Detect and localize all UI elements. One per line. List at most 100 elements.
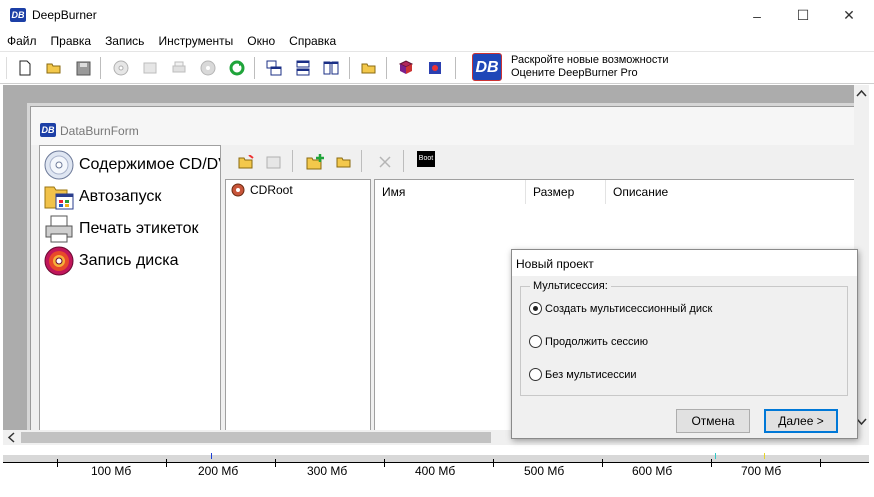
about-button[interactable] — [426, 59, 444, 77]
ruler-label-600: 600 Мб — [632, 464, 673, 478]
radio-label-create-multisession[interactable]: Создать мультисессионный диск — [545, 303, 712, 315]
tile-horizontal-icon — [296, 60, 310, 76]
toolbar-separator — [292, 150, 293, 172]
column-header-size[interactable]: Размер — [526, 180, 606, 204]
deepburner-pro-logo-icon[interactable]: DB — [472, 53, 502, 81]
browse-button[interactable] — [360, 59, 378, 77]
new-file-button[interactable] — [16, 59, 34, 77]
printer-icon — [45, 215, 73, 243]
capacity-marker-yellow — [764, 453, 765, 459]
capacity-ruler: 100 Мб 200 Мб 300 Мб 400 Мб 500 Мб 600 М… — [0, 451, 874, 497]
toolbar-separator — [361, 150, 362, 172]
multisession-group: Мультисессия: Создать мультисессионный д… — [520, 280, 848, 396]
refresh-button[interactable] — [228, 59, 246, 77]
ruler-label-500: 500 Мб — [524, 464, 565, 478]
project-nav-panel: Содержимое CD/DVD Автозапуск Печать этик… — [39, 145, 221, 433]
help-book-button[interactable] — [397, 59, 415, 77]
toolbar-grip — [6, 57, 7, 79]
cascade-button[interactable] — [265, 59, 283, 77]
radio-no-multisession[interactable]: Без мультисессии — [529, 368, 637, 381]
burn-button[interactable] — [112, 59, 130, 77]
open-folder-button[interactable] — [237, 153, 255, 171]
child-title: DataBurnForm — [60, 124, 139, 138]
menu-tools[interactable]: Инструменты — [151, 31, 240, 51]
folder-tree[interactable]: CDRoot — [225, 179, 371, 433]
promo-line-1[interactable]: Раскройте новые возможности — [511, 54, 669, 67]
toolbar-separator — [254, 57, 255, 79]
app-logo-icon: DB — [10, 8, 26, 22]
delete-button[interactable] — [376, 153, 394, 171]
column-header-name[interactable]: Имя — [375, 180, 526, 204]
app-title: DeepBurner — [32, 8, 97, 22]
tile-horizontal-button[interactable] — [294, 59, 312, 77]
new-file-icon — [19, 60, 31, 76]
erase-button[interactable] — [199, 59, 217, 77]
scroll-left-arrow-icon[interactable] — [5, 430, 19, 445]
copy-disc-button[interactable] — [141, 59, 159, 77]
column-header-description[interactable]: Описание — [606, 180, 862, 204]
disc-icon — [113, 60, 129, 76]
minimize-button[interactable]: – — [734, 0, 780, 31]
next-button[interactable]: Далее > — [764, 409, 838, 433]
erase-disc-icon — [200, 60, 216, 76]
nav-item-contents[interactable]: Содержимое CD/DVD — [43, 149, 220, 181]
scroll-up-arrow-icon[interactable] — [854, 87, 869, 101]
nav-item-autorun[interactable]: Автозапуск — [43, 181, 220, 213]
radio-button-checked-icon[interactable] — [529, 302, 542, 315]
menu-window[interactable]: Окно — [240, 31, 282, 51]
ruler-tick — [493, 459, 494, 467]
nav-item-print-labels[interactable]: Печать этикеток — [43, 213, 220, 245]
cd-disc-icon — [44, 150, 74, 180]
save-button[interactable] — [74, 59, 92, 77]
tile-vertical-icon — [323, 61, 339, 75]
ruler-tick — [711, 459, 712, 467]
radio-label-continue-session[interactable]: Продолжить сессию — [545, 336, 648, 348]
folder-open-icon — [336, 157, 350, 168]
toolbar-separator — [455, 57, 456, 79]
menu-file[interactable]: Файл — [0, 31, 44, 51]
promo-line-2[interactable]: Оцените DeepBurner Pro — [511, 67, 638, 80]
nav-label-contents: Содержимое CD/DVD — [79, 156, 220, 173]
nav-item-burn-disc[interactable]: Запись диска — [43, 245, 220, 277]
save-disk-icon — [76, 61, 90, 75]
dialog-title: Новый проект — [516, 257, 594, 271]
menu-help[interactable]: Справка — [282, 31, 343, 51]
tile-vertical-button[interactable] — [322, 59, 340, 77]
edit-button[interactable] — [265, 153, 283, 171]
open-folder-icon — [46, 63, 60, 74]
radio-button-icon[interactable] — [529, 335, 542, 348]
cdroot-disc-icon — [231, 183, 245, 197]
ruler-label-400: 400 Мб — [415, 464, 456, 478]
add-files-button[interactable] — [335, 153, 353, 171]
burn-disc-icon — [44, 246, 74, 276]
tree-label-cdroot: CDRoot — [250, 183, 293, 197]
radio-continue-session[interactable]: Продолжить сессию — [529, 335, 648, 348]
printer-icon — [172, 61, 186, 73]
toolbar-separator — [403, 150, 404, 172]
menu-bar: Файл Правка Запись Инструменты Окно Спра… — [0, 31, 874, 51]
help-book-icon — [398, 60, 414, 74]
edit-window-icon — [266, 156, 281, 168]
add-folder-button[interactable] — [306, 153, 324, 171]
boot-icon-label: Boot — [418, 155, 434, 162]
radio-create-multisession[interactable]: Создать мультисессионный диск — [529, 302, 712, 315]
radio-button-icon[interactable] — [529, 368, 542, 381]
close-button[interactable]: ✕ — [826, 0, 872, 31]
open-button[interactable] — [45, 59, 63, 77]
autorun-window-icon — [44, 186, 74, 210]
radio-label-no-multisession[interactable]: Без мультисессии — [545, 369, 637, 381]
boot-button[interactable]: Boot — [417, 151, 435, 167]
toolbar-separator — [349, 57, 350, 79]
ruler-label-300: 300 Мб — [307, 464, 348, 478]
tree-item-cdroot[interactable]: CDRoot — [231, 183, 293, 197]
maximize-button[interactable]: ☐ — [780, 0, 826, 31]
open-folder-icon — [238, 154, 254, 168]
cancel-button[interactable]: Отмена — [676, 409, 750, 433]
menu-edit[interactable]: Правка — [44, 31, 99, 51]
menu-burn[interactable]: Запись — [98, 31, 151, 51]
delete-x-icon — [379, 156, 391, 168]
print-button[interactable] — [170, 59, 188, 77]
horizontal-scroll-thumb[interactable] — [21, 432, 491, 443]
nav-label-print-labels: Печать этикеток — [79, 220, 199, 237]
folder-icon — [361, 63, 375, 74]
